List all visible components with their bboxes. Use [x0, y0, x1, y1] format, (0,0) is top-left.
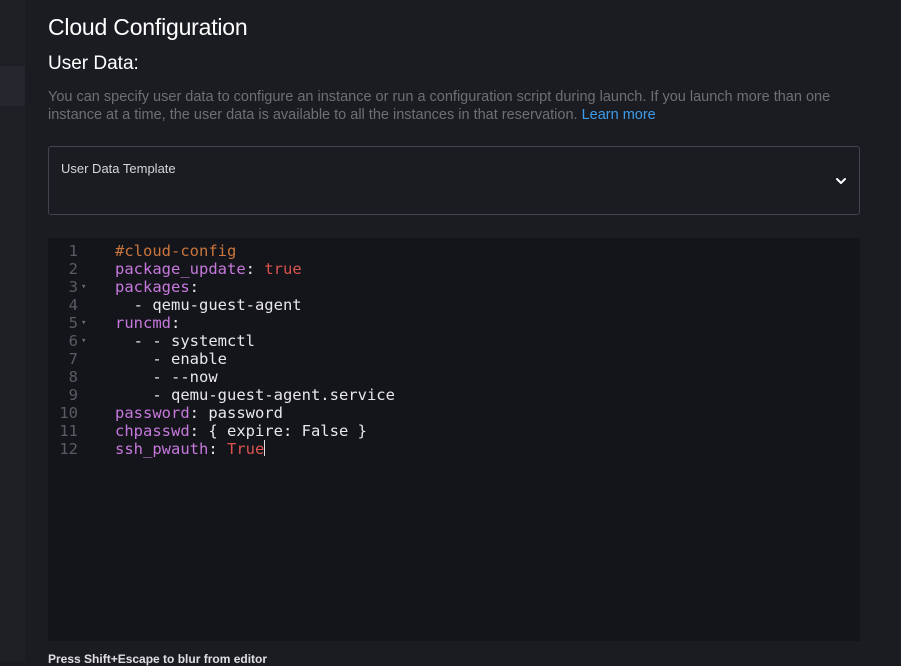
help-description: You can specify user data to configure a… — [48, 89, 831, 123]
code-text: ssh_pwauth: True — [115, 440, 266, 458]
fold-arrow-icon[interactable]: ▾ — [81, 332, 86, 350]
code-token: packages — [115, 278, 190, 296]
code-token: - qemu-guest-agent.service — [115, 386, 395, 404]
line-number: 12 — [59, 440, 78, 458]
code-line[interactable]: 6 ▾ - - systemctl — [48, 332, 860, 350]
code-token: - qemu-guest-agent — [115, 296, 302, 314]
fold-arrow-icon[interactable]: ▾ — [81, 314, 86, 332]
code-token: - enable — [115, 350, 227, 368]
section-title: User Data: — [48, 53, 139, 74]
user-data-template-select[interactable]: User Data Template — [48, 146, 860, 215]
cloud-config-panel: Cloud Configuration User Data: You can s… — [25, 0, 901, 666]
code-line[interactable]: 8 - --now — [48, 368, 860, 386]
line-number: 5 — [68, 314, 78, 332]
left-rail — [0, 0, 25, 661]
code-token: : — [171, 314, 181, 332]
select-label: User Data Template — [61, 161, 176, 176]
code-token: chpasswd — [115, 422, 190, 440]
code-text: package_update: true — [115, 260, 302, 278]
code-token: - --now — [115, 368, 218, 386]
line-number: 6 — [68, 332, 78, 350]
code-token: password — [115, 404, 190, 422]
code-text: password: password — [115, 404, 283, 422]
fold-arrow-icon[interactable]: ▾ — [81, 278, 86, 296]
code-token: : { expire: False } — [189, 422, 367, 440]
line-number: 8 — [68, 368, 78, 386]
code-line[interactable]: 11 chpasswd: { expire: False } — [48, 422, 860, 440]
chevron-down-icon[interactable] — [835, 175, 847, 187]
line-number: 11 — [59, 422, 78, 440]
page-title: Cloud Configuration — [48, 14, 248, 40]
code-token: true — [264, 260, 302, 278]
code-editor[interactable]: 1 #cloud-config 2 package_update: true 3 ▾ pac… — [48, 238, 860, 641]
line-number: 9 — [68, 386, 78, 404]
code-text: - qemu-guest-agent.service — [115, 386, 395, 404]
line-number: 7 — [68, 350, 78, 368]
code-line[interactable]: 1 #cloud-config — [48, 242, 860, 260]
code-token: True — [227, 440, 265, 458]
code-line[interactable]: 12 ssh_pwauth: True — [48, 440, 860, 458]
line-number: 4 — [68, 296, 78, 314]
text-cursor — [264, 440, 266, 456]
help-text: You can specify user data to configure a… — [48, 88, 848, 124]
code-line[interactable]: 9 - qemu-guest-agent.service — [48, 386, 860, 404]
code-token: package_update — [115, 260, 246, 278]
left-rail-active-item[interactable] — [0, 66, 25, 106]
code-token: - - systemctl — [115, 332, 255, 350]
code-text: - --now — [115, 368, 218, 386]
code-text: - - systemctl — [115, 332, 255, 350]
code-line[interactable]: 7 - enable — [48, 350, 860, 368]
code-token: runcmd — [115, 314, 171, 332]
learn-more-link[interactable]: Learn more — [582, 107, 656, 123]
code-line[interactable]: 10 password: password — [48, 404, 860, 422]
code-token: : — [189, 278, 199, 296]
code-text: packages: — [115, 278, 199, 296]
code-line[interactable]: 2 package_update: true — [48, 260, 860, 278]
line-number: 1 — [68, 242, 78, 260]
code-text: #cloud-config — [115, 242, 236, 260]
code-token: : — [245, 260, 265, 278]
line-number: 10 — [59, 404, 78, 422]
code-token: : password — [189, 404, 283, 422]
code-text: runcmd: — [115, 314, 180, 332]
code-line[interactable]: 5 ▾ runcmd: — [48, 314, 860, 332]
code-token: #cloud-config — [115, 242, 237, 260]
line-number: 2 — [68, 260, 78, 278]
editor-hint: Press Shift+Escape to blur from editor — [48, 652, 268, 666]
code-token: ssh_pwauth — [115, 440, 209, 458]
line-number: 3 — [68, 278, 78, 296]
code-line[interactable]: 4 - qemu-guest-agent — [48, 296, 860, 314]
code-text: - qemu-guest-agent — [115, 296, 302, 314]
code-text: chpasswd: { expire: False } — [115, 422, 367, 440]
code-line[interactable]: 3 ▾ packages: — [48, 278, 860, 296]
code-text: - enable — [115, 350, 227, 368]
code-token: : — [208, 440, 227, 458]
